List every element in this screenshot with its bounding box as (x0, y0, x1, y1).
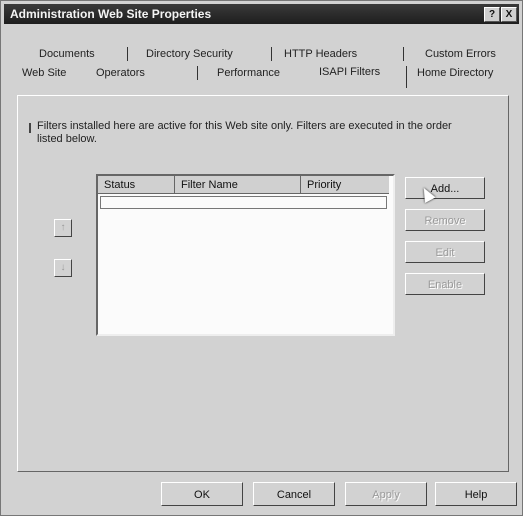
filter-list[interactable]: Status Filter Name Priority (96, 174, 395, 336)
tab-divider (403, 47, 404, 61)
column-priority[interactable]: Priority (301, 176, 389, 194)
window-title: Administration Web Site Properties (10, 7, 212, 21)
move-down-button[interactable]: ↓ (54, 259, 72, 277)
add-button[interactable]: Add... (405, 177, 485, 199)
column-filter-name[interactable]: Filter Name (175, 176, 301, 194)
remove-button[interactable]: Remove (405, 209, 485, 231)
tab-operators[interactable]: Operators (96, 67, 145, 79)
tab-isapi-filters[interactable]: ISAPI Filters (319, 66, 380, 78)
tab-home-directory[interactable]: Home Directory (417, 67, 493, 79)
info-text: Filters installed here are active for th… (37, 120, 452, 145)
info-marker (29, 123, 31, 133)
help-icon[interactable]: ? (484, 7, 500, 22)
properties-dialog: Administration Web Site Properties ? X D… (0, 0, 523, 516)
table-row[interactable] (100, 196, 387, 209)
title-bar[interactable]: Administration Web Site Properties ? X (4, 4, 519, 24)
tab-documents[interactable]: Documents (39, 48, 95, 60)
apply-button[interactable]: Apply (345, 482, 427, 506)
tab-web-site[interactable]: Web Site (22, 67, 66, 79)
tab-divider (197, 66, 198, 80)
ok-button[interactable]: OK (161, 482, 243, 506)
tab-divider (271, 47, 272, 61)
edit-button[interactable]: Edit (405, 241, 485, 263)
tab-divider (127, 47, 128, 61)
close-icon[interactable]: X (501, 7, 517, 22)
tab-divider (406, 66, 407, 88)
tab-http-headers[interactable]: HTTP Headers (284, 48, 357, 60)
help-button[interactable]: Help (435, 482, 517, 506)
tab-custom-errors[interactable]: Custom Errors (425, 48, 496, 60)
enable-button[interactable]: Enable (405, 273, 485, 295)
move-up-button[interactable]: ↑ (54, 219, 72, 237)
tab-directory-security[interactable]: Directory Security (146, 48, 233, 60)
cancel-button[interactable]: Cancel (253, 482, 335, 506)
tab-performance[interactable]: Performance (217, 67, 280, 79)
column-status[interactable]: Status (98, 176, 175, 194)
